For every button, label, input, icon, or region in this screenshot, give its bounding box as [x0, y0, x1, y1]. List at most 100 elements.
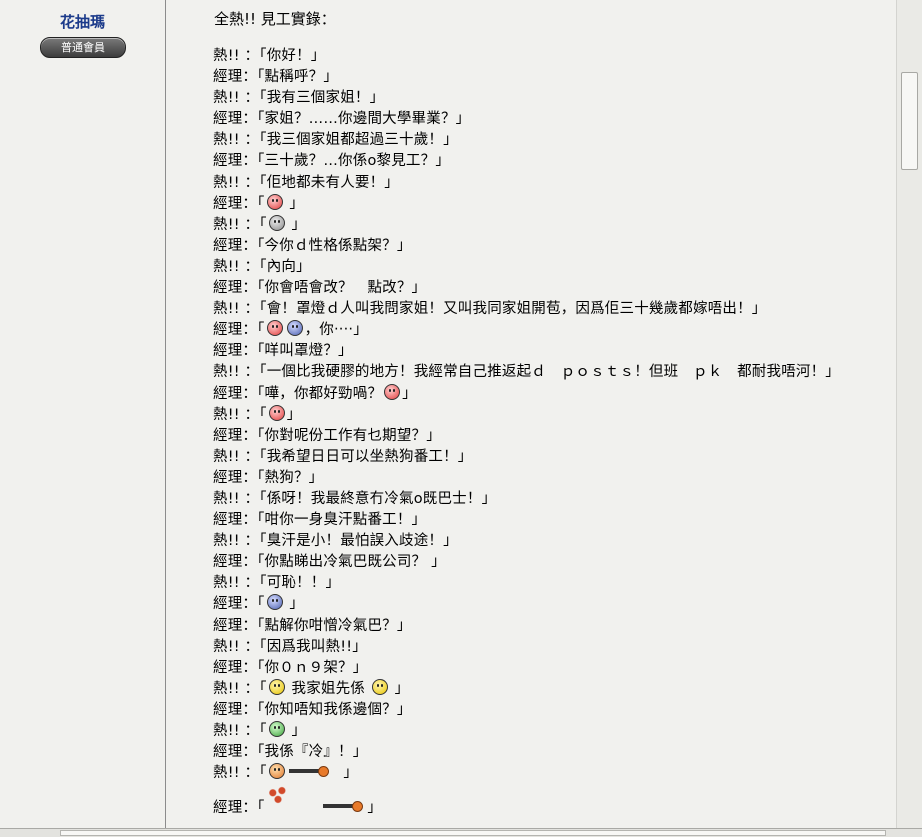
speaker-label: 經理： [213, 744, 258, 761]
speaker-label: 熱!! ： [213, 575, 260, 592]
dialogue-line: 熱!! ：「 」 [213, 721, 840, 742]
speech-text: 「臭汗是小！最怕誤入歧途！」 [259, 533, 458, 550]
speech-text: 「你０ｎ９架？」 [257, 659, 368, 676]
dialogue-line: 經理：「三十歲？…你係o黎見工？」 [213, 151, 840, 172]
yellow-smiley-icon [268, 678, 285, 695]
speaker-label: 經理： [213, 512, 258, 529]
speaker-label: 熱!! ： [213, 216, 260, 233]
speech-text: 「咁你一身臭汗點番工！」 [257, 512, 427, 529]
author-username[interactable]: 花抽瑪 [0, 11, 165, 32]
speech-text: 「會！罩燈ｄ人叫我問家姐！又叫我同家姐開苞，因爲佢三十幾歲都嫁唔出！」 [259, 301, 767, 318]
speech-text: 「點解你咁憎冷氣巴？」 [257, 617, 412, 634]
speaker-label: 熱!! ： [213, 406, 260, 423]
speech-tail: ，你‧‧‧‧」 [304, 322, 368, 339]
dialogue-line: 經理：「 」 [213, 594, 840, 615]
dialogue-line: 熱!! ：「 」 [213, 214, 840, 236]
post-heading: 全熱!! 見工實錄： [214, 10, 336, 28]
speech-text: 「家姐？……你邊間大學畢業？」 [257, 111, 471, 128]
dialogue-line: 經理：「你知唔知我係邊個？」 [213, 700, 840, 721]
speech-text: 「你好！」 [259, 48, 326, 64]
speaker-label: 熱!! ： [213, 48, 260, 64]
dialogue-line: 經理：「咁你一身臭汗點番工！」 [213, 510, 840, 531]
dialogue-line: 熱!! ：「臭汗是小！最怕誤入歧途！」 [213, 531, 840, 552]
green-smiley-icon [268, 721, 285, 737]
speech-tail: 」 [389, 680, 410, 697]
speech-text: 「係呀！我最終意冇冷氣o既巴士！」 [259, 490, 497, 507]
speech-tail: 」 [284, 195, 305, 212]
speaker-label: 熱!! ： [213, 448, 260, 465]
dialogue-line: 熱!! ：「佢地都未有人要！」 [213, 173, 840, 194]
speaker-label: 熱!! ： [213, 301, 260, 318]
red-smiley-icon [268, 404, 285, 421]
speaker-label: 經理： [213, 469, 258, 486]
speech-tail: 」 [286, 216, 307, 233]
speech-text: 「內向」 [259, 258, 311, 275]
horizontal-scroll-thumb[interactable] [60, 830, 886, 836]
speaker-label: 熱!! ： [213, 680, 260, 697]
dialogue-line: 經理：「熱狗？」 [213, 468, 840, 489]
speaker-label: 經理： [213, 153, 258, 170]
dialogue-line: 經理：「點稱呼？」 [213, 67, 840, 88]
gun-icon [322, 801, 363, 813]
speech-text: 「你對呢份工作有乜期望？」 [257, 427, 441, 444]
speaker-label: 熱!! ： [213, 132, 260, 149]
dialogue-line: 經理：「 ，你‧‧‧‧」 [213, 320, 840, 341]
speech-text: 「 [259, 406, 267, 423]
dialogue-line: 熱!! ：「係呀！我最終意冇冷氣o既巴士！」 [213, 489, 840, 510]
dialogue-line: 熱!! ：「 」 [213, 763, 840, 784]
dialogue-line: 熱!! ：「會！罩燈ｄ人叫我問家姐！又叫我同家姐開苞，因爲佢三十幾歲都嫁唔出！」 [213, 299, 840, 320]
vertical-scrollbar[interactable] [896, 0, 922, 828]
speech-text: 「 [257, 596, 265, 613]
dialogue-line: 經理：「你０ｎ９架？」 [213, 658, 840, 679]
speaker-label: 熱!! ： [213, 174, 260, 191]
dialogue-line: 熱!! ：「 」 [213, 404, 840, 426]
speaker-label: 經理： [213, 617, 258, 634]
explosion-icon [264, 784, 291, 807]
speaker-label: 經理： [213, 800, 258, 817]
dialogue-line: 經理：「點解你咁憎冷氣巴？」 [213, 616, 840, 637]
yellow-smiley-icon [371, 678, 388, 695]
speech-tail: 」 [362, 800, 383, 817]
dialogue-line: 經理：「家姐？……你邊間大學畢業？」 [213, 109, 840, 130]
speaker-label: 經理： [213, 280, 258, 297]
speech-text: 「我係『冷』！」 [257, 744, 368, 761]
speech-text: 「 [257, 322, 265, 339]
red-smiley-icon [266, 193, 283, 210]
blue-smiley-icon [286, 320, 303, 337]
red-smiley-icon [384, 383, 401, 400]
speech-tail: 」 [286, 723, 307, 739]
gray-smiley-icon [268, 214, 285, 231]
dialogue-line: 熱!! ：「我希望日日可以坐熱狗番工！」 [213, 447, 840, 468]
dialogue-line: 熱!! ：「因爲我叫熱!!」 [213, 637, 840, 658]
speaker-label: 經理： [213, 659, 258, 676]
speech-text: 「熱狗？」 [257, 469, 324, 486]
speaker-label: 熱!! ： [213, 90, 260, 107]
speaker-label: 經理： [213, 111, 258, 128]
dialogue-line: 經理：「 」 [213, 784, 840, 816]
speech-text: 「今你ｄ性格係點架？」 [257, 237, 412, 254]
speech-text: 「一個比我硬膠的地方！我經常自己推返起ｄ ｐｏｓｔｓ！但班 ｐｋ 都耐我唔河！」 [259, 364, 840, 381]
speaker-label: 熱!! ： [213, 258, 260, 275]
speech-text: 「 [259, 680, 267, 697]
dialogue-line: 熱!! ：「內向」 [213, 257, 840, 278]
speech-text: 「 [259, 765, 267, 782]
speech-tail: 」 [286, 406, 302, 423]
dialogue-line: 熱!! ：「我三個家姐都超過三十歲！」 [213, 130, 840, 151]
speaker-label: 熱!! ： [213, 364, 260, 381]
speech-text: 「咩叫罩燈？」 [257, 343, 353, 360]
red-smiley-icon [266, 320, 283, 337]
rank-badge: 普通會員 [40, 37, 126, 58]
speaker-label: 經理： [213, 596, 258, 613]
dialogue-line: 經理：「你對呢份工作有乜期望？」 [213, 426, 840, 447]
dialogue-line: 經理：「你點睇出冷氣巴既公司？ 」 [213, 552, 840, 573]
speaker-label: 經理： [213, 427, 258, 444]
dialogue-list: 熱!! ：「你好！」 經理：「點稱呼？」 熱!! ：「我有三個家姐！」 經理：「家姐？… [213, 46, 840, 816]
speech-text: 「 [259, 216, 267, 233]
speech-tail: 」 [284, 596, 305, 613]
forum-post-frame: 花抽瑪 普通會員 全熱!! 見工實錄： 熱!! ：「你好！」 經理：「點稱呼？」熱… [0, 0, 922, 837]
vertical-scroll-thumb[interactable] [901, 72, 918, 170]
dialogue-line: 熱!! ：「你好！」 [213, 46, 840, 67]
speaker-label: 經理： [213, 237, 258, 254]
speech-text: 「你點睇出冷氣巴既公司？ 」 [257, 554, 446, 571]
speech-text: 「我三個家姐都超過三十歲！」 [259, 132, 458, 149]
